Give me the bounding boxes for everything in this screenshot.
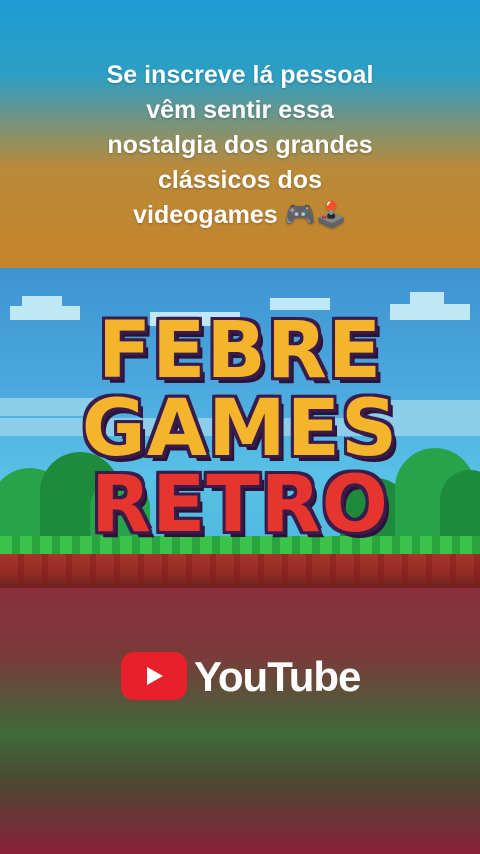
caption-line-2: vêm sentir essa — [146, 96, 334, 124]
caption-text: Se inscreve lá pessoal vêm sentir essa n… — [20, 58, 460, 233]
caption-line-5: videogames 🎮🕹️ — [133, 201, 347, 229]
youtube-wordmark: YouTube — [194, 653, 361, 700]
soil-strip — [0, 554, 480, 588]
youtube-panel — [0, 588, 480, 854]
logo-line-febre: FEBRE — [97, 306, 383, 396]
logo-line-retro: RETRO — [91, 460, 389, 550]
cloud — [22, 296, 62, 308]
logo-line-games: GAMES — [81, 384, 399, 474]
caption-panel: Se inscreve lá pessoal vêm sentir essa n… — [0, 0, 480, 268]
youtube-play-icon — [121, 652, 187, 700]
cloud — [410, 292, 444, 304]
febre-games-retro-banner: FEBRE GAMES RETRO — [0, 268, 480, 588]
youtube-logo[interactable]: YouTube — [121, 652, 361, 702]
caption-line-1: Se inscreve lá pessoal — [106, 61, 374, 89]
play-triangle — [147, 667, 163, 685]
caption-line-3: nostalgia dos grandes — [107, 131, 373, 159]
caption-line-4: clássicos dos — [158, 166, 322, 194]
